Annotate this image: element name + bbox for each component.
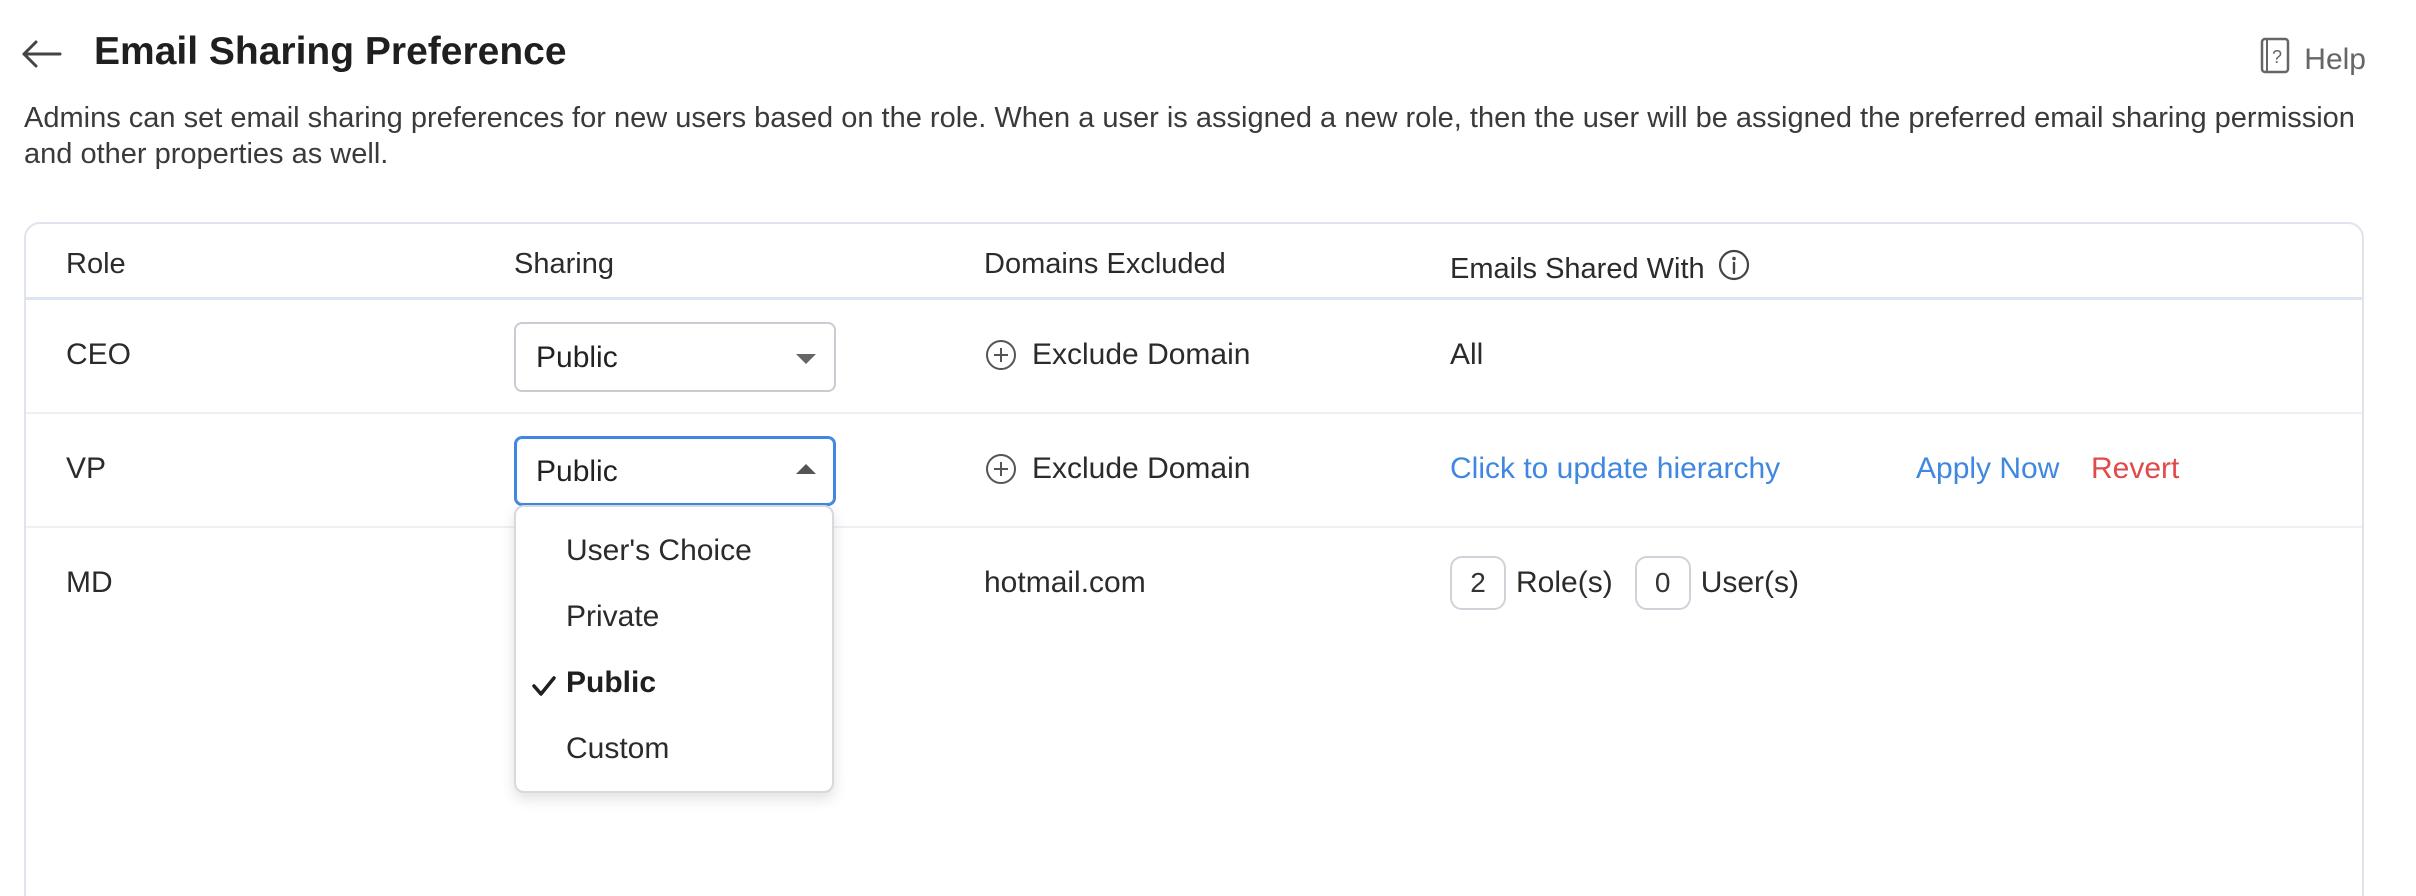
page-title: Email Sharing Preference bbox=[94, 30, 567, 73]
help-link[interactable]: ? Help bbox=[2258, 36, 2366, 84]
chevron-up-icon bbox=[796, 464, 816, 474]
back-arrow-icon[interactable] bbox=[18, 30, 66, 78]
exclude-domain-label: Exclude Domain bbox=[1032, 338, 1251, 371]
excluded-domain: hotmail.com bbox=[984, 566, 1146, 599]
column-header-emails-shared-with: Emails Shared With bbox=[1450, 248, 1751, 290]
dropdown-option-users-choice[interactable]: User's Choice bbox=[516, 518, 832, 584]
page-description: Admins can set email sharing preferences… bbox=[24, 102, 2355, 170]
option-label: Custom bbox=[566, 732, 670, 765]
sharing-select[interactable]: Public bbox=[514, 322, 836, 392]
help-label: Help bbox=[2304, 43, 2366, 76]
roles-label: Role(s) bbox=[1516, 566, 1613, 599]
dropdown-option-public[interactable]: Public bbox=[516, 650, 832, 716]
help-book-icon: ? bbox=[2258, 36, 2294, 84]
table-header: Role Sharing Domains Excluded Emails Sha… bbox=[26, 224, 2362, 300]
revert-button[interactable]: Revert bbox=[2091, 452, 2179, 486]
chevron-down-icon bbox=[796, 354, 816, 364]
emails-shared-with-label: Emails Shared With bbox=[1450, 252, 1705, 285]
role-name: VP bbox=[66, 452, 107, 485]
option-label: Private bbox=[566, 600, 660, 633]
column-header-sharing: Sharing bbox=[514, 248, 614, 280]
emails-shared-with-value: All bbox=[1450, 338, 1484, 371]
sharing-select[interactable]: Public bbox=[514, 436, 836, 506]
exclude-domain-button[interactable]: Exclude Domain bbox=[984, 452, 1250, 486]
column-header-domains-excluded: Domains Excluded bbox=[984, 248, 1226, 280]
svg-text:?: ? bbox=[2272, 47, 2282, 67]
sharing-select-value: Public bbox=[536, 341, 618, 374]
page-header: Email Sharing Preference ? Help bbox=[0, 0, 2416, 110]
dropdown-option-private[interactable]: Private bbox=[516, 584, 832, 650]
column-header-role: Role bbox=[66, 248, 126, 280]
update-hierarchy-link[interactable]: Click to update hierarchy bbox=[1450, 452, 1780, 486]
apply-now-button[interactable]: Apply Now bbox=[1916, 452, 2059, 486]
sharing-select-value: Public bbox=[536, 455, 618, 488]
add-circle-icon bbox=[986, 340, 1016, 370]
checkmark-icon bbox=[532, 676, 556, 696]
dropdown-option-custom[interactable]: Custom bbox=[516, 716, 832, 782]
add-circle-icon bbox=[986, 454, 1016, 484]
role-name: CEO bbox=[66, 338, 132, 371]
users-label: User(s) bbox=[1700, 566, 1800, 599]
table-row: CEO Public Exclude Domain All bbox=[26, 300, 2362, 414]
exclude-domain-label: Exclude Domain bbox=[1032, 452, 1251, 485]
preferences-table: Role Sharing Domains Excluded Emails Sha… bbox=[24, 222, 2364, 896]
option-label: Public bbox=[566, 666, 657, 699]
users-count-badge[interactable]: 0 bbox=[1634, 556, 1691, 610]
option-label: User's Choice bbox=[566, 534, 752, 567]
exclude-domain-button[interactable]: Exclude Domain bbox=[984, 338, 1250, 372]
sharing-dropdown-menu: User's Choice Private Public Custom bbox=[514, 505, 834, 793]
role-name: MD bbox=[66, 566, 113, 599]
info-icon[interactable] bbox=[1717, 248, 1751, 290]
table-row: MD hotmail.com 2 Role(s) 0 User(s) bbox=[26, 528, 2362, 642]
table-row: VP Public Exclude Domain Click to update… bbox=[26, 414, 2362, 528]
roles-count-badge[interactable]: 2 bbox=[1450, 556, 1506, 610]
shared-with-counts: 2 Role(s) 0 User(s) bbox=[1450, 556, 1799, 610]
